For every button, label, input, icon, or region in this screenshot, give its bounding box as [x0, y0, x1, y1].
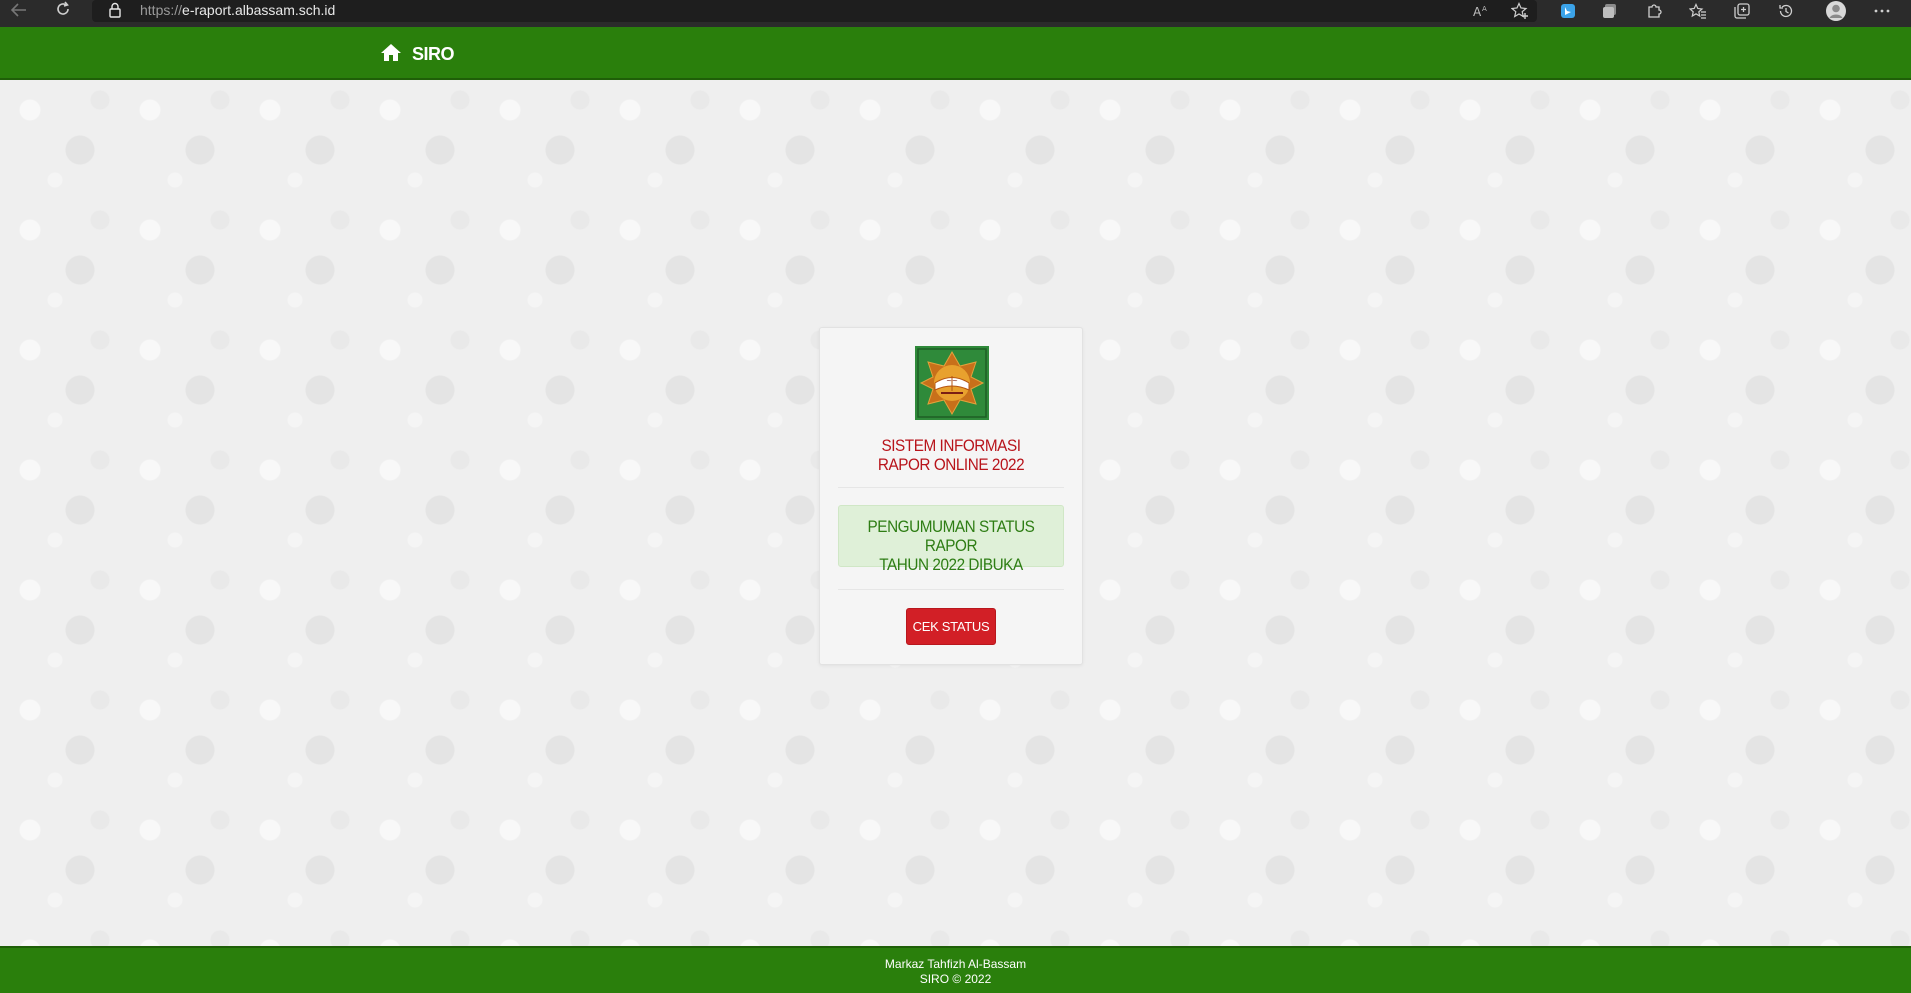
- extension-icon[interactable]: [1597, 0, 1623, 22]
- reload-icon: [55, 1, 71, 21]
- divider: [838, 487, 1064, 488]
- brand-label: SIRO: [412, 44, 455, 64]
- svg-text:A: A: [1482, 5, 1487, 13]
- reload-button[interactable]: [46, 0, 80, 22]
- url-protocol: https://: [140, 2, 183, 18]
- footer-copyright: SIRO © 2022: [919, 972, 992, 986]
- divider: [838, 589, 1064, 590]
- announcement-alert: PENGUMUMAN STATUS RAPOR TAHUN 2022 DIBUK…: [838, 505, 1064, 574]
- cek-status-button[interactable]: CEK STATUS: [906, 608, 996, 645]
- url-text[interactable]: https://e-raport.albassam.sch.id: [140, 2, 335, 18]
- school-emblem-logo: ~~: [915, 346, 989, 420]
- site-header: SIRO: [0, 27, 1911, 80]
- history-icon[interactable]: [1773, 0, 1799, 22]
- browser-toolbar: https://e-raport.albassam.sch.id AA: [0, 0, 1911, 27]
- bing-extension-icon[interactable]: [1555, 0, 1581, 22]
- page-body: ~~ SISTEM INFORMASI RAPOR ONLINE 2022 PE…: [0, 80, 1911, 946]
- card-title-line2: RAPOR ONLINE 2022: [877, 455, 1025, 474]
- rapor-card: ~~ SISTEM INFORMASI RAPOR ONLINE 2022 PE…: [819, 327, 1083, 665]
- address-bar[interactable]: https://e-raport.albassam.sch.id AA: [92, 0, 1537, 22]
- site-footer: Markaz Tahfizh Al-Bassam SIRO © 2022: [0, 946, 1911, 993]
- add-favorite-icon[interactable]: [1507, 0, 1533, 22]
- footer-org-name: Markaz Tahfizh Al-Bassam: [884, 957, 1027, 971]
- favorites-icon[interactable]: [1685, 0, 1711, 22]
- profile-avatar-icon[interactable]: [1823, 0, 1849, 22]
- card-title: SISTEM INFORMASI RAPOR ONLINE 2022: [833, 436, 1069, 474]
- more-menu-icon[interactable]: [1869, 0, 1895, 22]
- url-host: e-raport.albassam.sch.id: [182, 2, 336, 18]
- brand-home-link[interactable]: SIRO: [380, 43, 455, 66]
- card-title-line1: SISTEM INFORMASI: [881, 436, 1021, 455]
- home-icon: [380, 43, 402, 66]
- svg-text:~~: ~~: [946, 377, 958, 385]
- back-button[interactable]: [2, 0, 36, 22]
- collections-icon[interactable]: [1729, 0, 1755, 22]
- svg-text:A: A: [1473, 5, 1482, 18]
- extensions-puzzle-icon[interactable]: [1641, 0, 1667, 22]
- lock-icon[interactable]: [108, 2, 122, 18]
- back-arrow-icon: [10, 2, 27, 21]
- read-aloud-icon[interactable]: AA: [1469, 0, 1495, 22]
- announcement-line2: TAHUN 2022 DIBUKA: [879, 555, 1023, 574]
- announcement-line1: PENGUMUMAN STATUS RAPOR: [867, 517, 1035, 555]
